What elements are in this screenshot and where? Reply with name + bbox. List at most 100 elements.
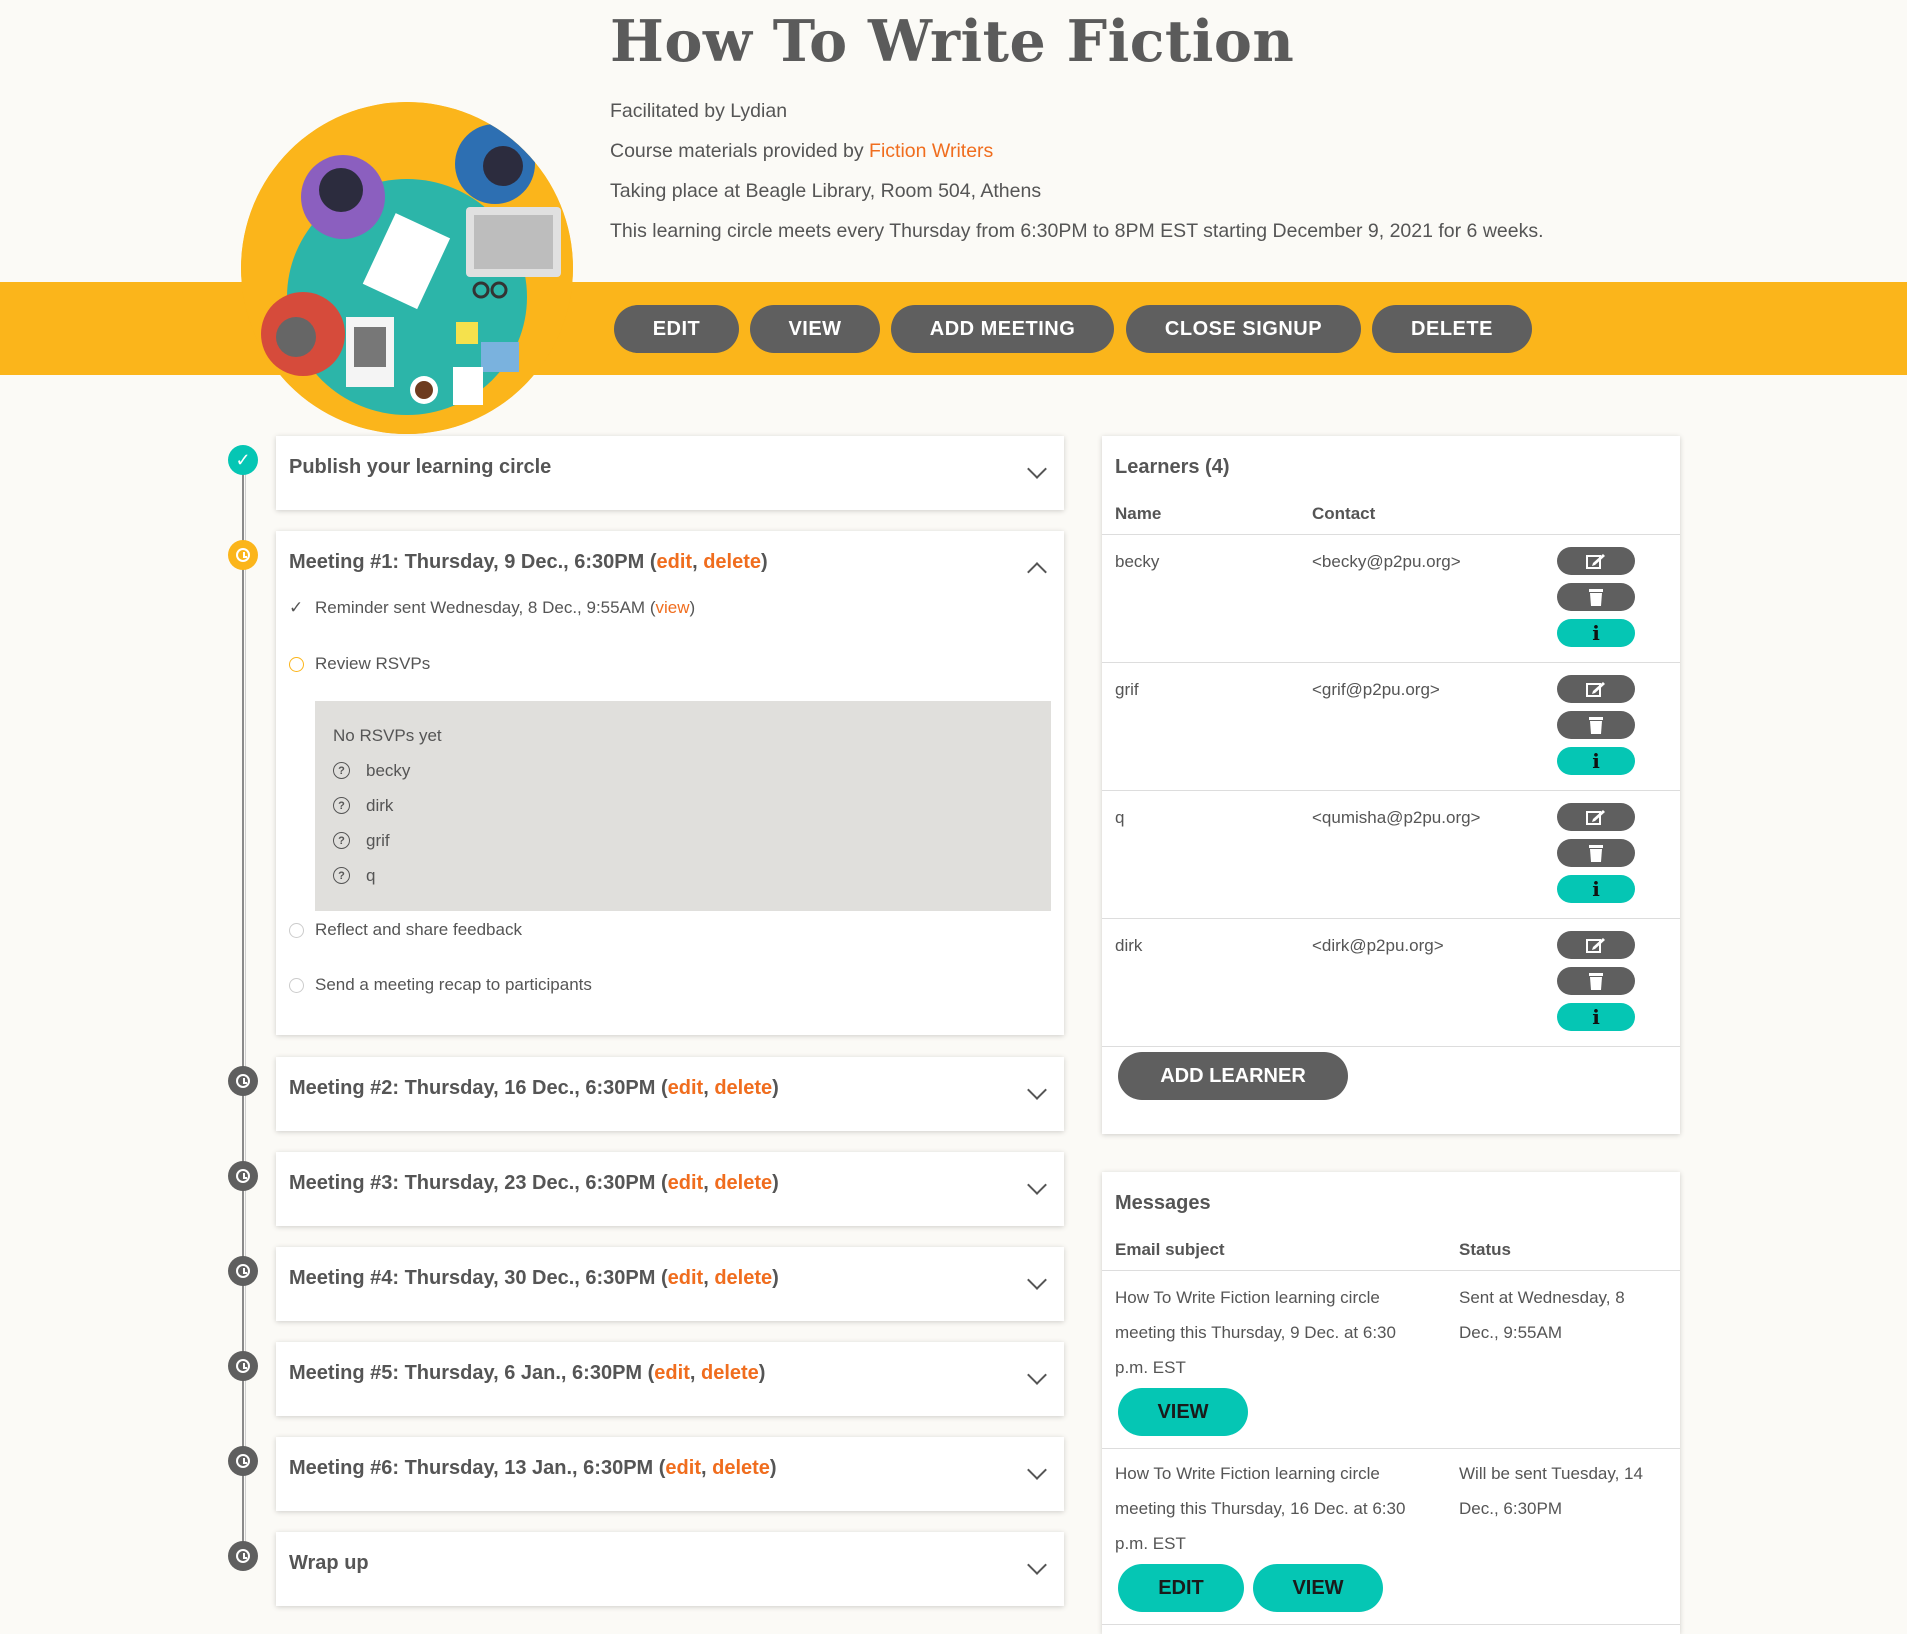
publish-title: Publish your learning circle bbox=[289, 456, 552, 478]
chevron-down-icon[interactable] bbox=[1027, 1460, 1047, 1480]
meeting-1-date: Meeting #1: Thursday, 9 Dec., 6:30PM bbox=[289, 551, 645, 573]
pending-clock-icon bbox=[289, 657, 304, 672]
view-button[interactable]: VIEW bbox=[750, 305, 880, 353]
clock-icon bbox=[228, 1256, 258, 1286]
edit-learner-icon[interactable] bbox=[1557, 547, 1635, 575]
timeline-card-meeting-3[interactable]: Meeting #3: Thursday, 23 Dec., 6:30PM (e… bbox=[276, 1152, 1064, 1226]
view-message-button[interactable]: VIEW bbox=[1118, 1388, 1248, 1436]
question-icon: ? bbox=[333, 797, 350, 814]
meeting-4-date: Meeting #4: Thursday, 30 Dec., 6:30PM bbox=[289, 1267, 656, 1289]
reminder-text: Reminder sent Wednesday, 8 Dec., 9:55AM bbox=[315, 598, 646, 617]
message-status: Will be sent Tuesday, 14 Dec., 6:30PM bbox=[1459, 1464, 1643, 1518]
add-meeting-button[interactable]: ADD MEETING bbox=[891, 305, 1114, 353]
trash-icon[interactable] bbox=[1557, 583, 1635, 611]
meeting-6-date: Meeting #6: Thursday, 13 Jan., 6:30PM bbox=[289, 1457, 654, 1479]
question-icon: ? bbox=[333, 762, 350, 779]
learners-col-contact: Contact bbox=[1312, 504, 1376, 523]
divider bbox=[1102, 790, 1680, 791]
chevron-up-icon[interactable] bbox=[1027, 562, 1047, 582]
info-icon[interactable]: i bbox=[1557, 1003, 1635, 1031]
view-message-button[interactable]: VIEW bbox=[1253, 1564, 1383, 1612]
meeting-2-date: Meeting #2: Thursday, 16 Dec., 6:30PM bbox=[289, 1077, 656, 1099]
materials-text: Course materials provided by Fiction Wri… bbox=[610, 139, 993, 163]
info-icon[interactable]: i bbox=[1557, 875, 1635, 903]
clock-icon bbox=[228, 1066, 258, 1096]
divider bbox=[1102, 918, 1680, 919]
edit-learner-icon[interactable] bbox=[1557, 803, 1635, 831]
chevron-down-icon[interactable] bbox=[1027, 459, 1047, 479]
add-learner-button[interactable]: ADD LEARNER bbox=[1118, 1052, 1348, 1100]
materials-link[interactable]: Fiction Writers bbox=[869, 140, 993, 162]
chevron-down-icon[interactable] bbox=[1027, 1080, 1047, 1100]
edit-learner-icon[interactable] bbox=[1557, 931, 1635, 959]
chevron-down-icon[interactable] bbox=[1027, 1175, 1047, 1195]
timeline-card-meeting-4[interactable]: Meeting #4: Thursday, 30 Dec., 6:30PM (e… bbox=[276, 1247, 1064, 1321]
timeline-card-publish[interactable]: Publish your learning circle bbox=[276, 436, 1064, 510]
chevron-down-icon[interactable] bbox=[1027, 1365, 1047, 1385]
reflect-label: Reflect and share feedback bbox=[315, 920, 522, 939]
rsvp-name: dirk bbox=[366, 796, 394, 815]
message-subject: How To Write Fiction learning circle mee… bbox=[1115, 1464, 1406, 1553]
message-subject: How To Write Fiction learning circle mee… bbox=[1115, 1288, 1396, 1377]
edit-button[interactable]: EDIT bbox=[614, 305, 739, 353]
clock-icon bbox=[228, 1541, 258, 1571]
timeline-card-meeting-6[interactable]: Meeting #6: Thursday, 13 Jan., 6:30PM (e… bbox=[276, 1437, 1064, 1511]
meeting-4-title: Meeting #4: Thursday, 30 Dec., 6:30PM (e… bbox=[289, 1267, 779, 1289]
learner-name: q bbox=[1115, 808, 1125, 827]
timeline-card-wrap-up[interactable]: Wrap up bbox=[276, 1532, 1064, 1606]
messages-col-subject: Email subject bbox=[1115, 1240, 1225, 1259]
divider bbox=[1102, 1270, 1680, 1271]
reminder-view-link[interactable]: view bbox=[655, 598, 689, 617]
close-signup-button[interactable]: CLOSE SIGNUP bbox=[1126, 305, 1361, 353]
meeting-5-delete-link[interactable]: delete bbox=[701, 1362, 759, 1384]
meeting-3-edit-link[interactable]: edit bbox=[668, 1172, 704, 1194]
meeting-6-title: Meeting #6: Thursday, 13 Jan., 6:30PM (e… bbox=[289, 1457, 777, 1479]
info-icon[interactable]: i bbox=[1557, 619, 1635, 647]
messages-heading: Messages bbox=[1115, 1192, 1211, 1214]
meeting-1-edit-link[interactable]: edit bbox=[657, 551, 693, 573]
review-rsvps-label: Review RSVPs bbox=[315, 654, 431, 673]
meeting-5-edit-link[interactable]: edit bbox=[654, 1362, 690, 1384]
question-icon: ? bbox=[333, 832, 350, 849]
timeline-line-shadow bbox=[245, 460, 246, 1556]
trash-icon[interactable] bbox=[1557, 839, 1635, 867]
meeting-3-delete-link[interactable]: delete bbox=[714, 1172, 772, 1194]
check-icon: ✓ bbox=[228, 445, 258, 475]
checkmark-icon: ✓ bbox=[289, 598, 304, 617]
meeting-2-delete-link[interactable]: delete bbox=[714, 1077, 772, 1099]
rsvp-panel: No RSVPs yet ? becky ? dirk ? grif ? q bbox=[315, 701, 1051, 911]
trash-icon[interactable] bbox=[1557, 967, 1635, 995]
wrap-up-title: Wrap up bbox=[289, 1552, 369, 1574]
learner-contact: <qumisha@p2pu.org> bbox=[1312, 808, 1481, 827]
delete-button[interactable]: DELETE bbox=[1372, 305, 1532, 353]
question-icon: ? bbox=[333, 867, 350, 884]
meeting-1-title: Meeting #1: Thursday, 9 Dec., 6:30PM (ed… bbox=[289, 551, 768, 573]
meeting-4-delete-link[interactable]: delete bbox=[714, 1267, 772, 1289]
meeting-1-delete-link[interactable]: delete bbox=[703, 551, 761, 573]
divider bbox=[1102, 1046, 1680, 1047]
meeting-5-date: Meeting #5: Thursday, 6 Jan., 6:30PM bbox=[289, 1362, 643, 1384]
timeline-card-meeting-5[interactable]: Meeting #5: Thursday, 6 Jan., 6:30PM (ed… bbox=[276, 1342, 1064, 1416]
divider bbox=[1102, 1624, 1680, 1625]
meeting-2-edit-link[interactable]: edit bbox=[668, 1077, 704, 1099]
meeting-4-edit-link[interactable]: edit bbox=[668, 1267, 704, 1289]
chevron-down-icon[interactable] bbox=[1027, 1270, 1047, 1290]
learner-contact: <dirk@p2pu.org> bbox=[1312, 936, 1444, 955]
schedule-text: This learning circle meets every Thursda… bbox=[610, 220, 1544, 242]
divider bbox=[1102, 534, 1680, 535]
learners-heading: Learners (4) bbox=[1115, 456, 1230, 478]
meeting-6-edit-link[interactable]: edit bbox=[665, 1457, 701, 1479]
rsvp-name: becky bbox=[366, 761, 411, 780]
reminder-status: Reminder sent Wednesday, 8 Dec., 9:55AM … bbox=[315, 598, 696, 617]
edit-learner-icon[interactable] bbox=[1557, 675, 1635, 703]
page-title: How To Write Fiction bbox=[610, 8, 1295, 75]
learners-col-name: Name bbox=[1115, 504, 1162, 523]
chevron-down-icon[interactable] bbox=[1027, 1555, 1047, 1575]
trash-icon[interactable] bbox=[1557, 711, 1635, 739]
timeline-card-meeting-1[interactable]: Meeting #1: Thursday, 9 Dec., 6:30PM (ed… bbox=[276, 531, 1064, 1035]
edit-message-button[interactable]: EDIT bbox=[1118, 1564, 1244, 1612]
pending-clock-icon bbox=[289, 978, 304, 993]
timeline-card-meeting-2[interactable]: Meeting #2: Thursday, 16 Dec., 6:30PM (e… bbox=[276, 1057, 1064, 1131]
info-icon[interactable]: i bbox=[1557, 747, 1635, 775]
meeting-6-delete-link[interactable]: delete bbox=[712, 1457, 770, 1479]
